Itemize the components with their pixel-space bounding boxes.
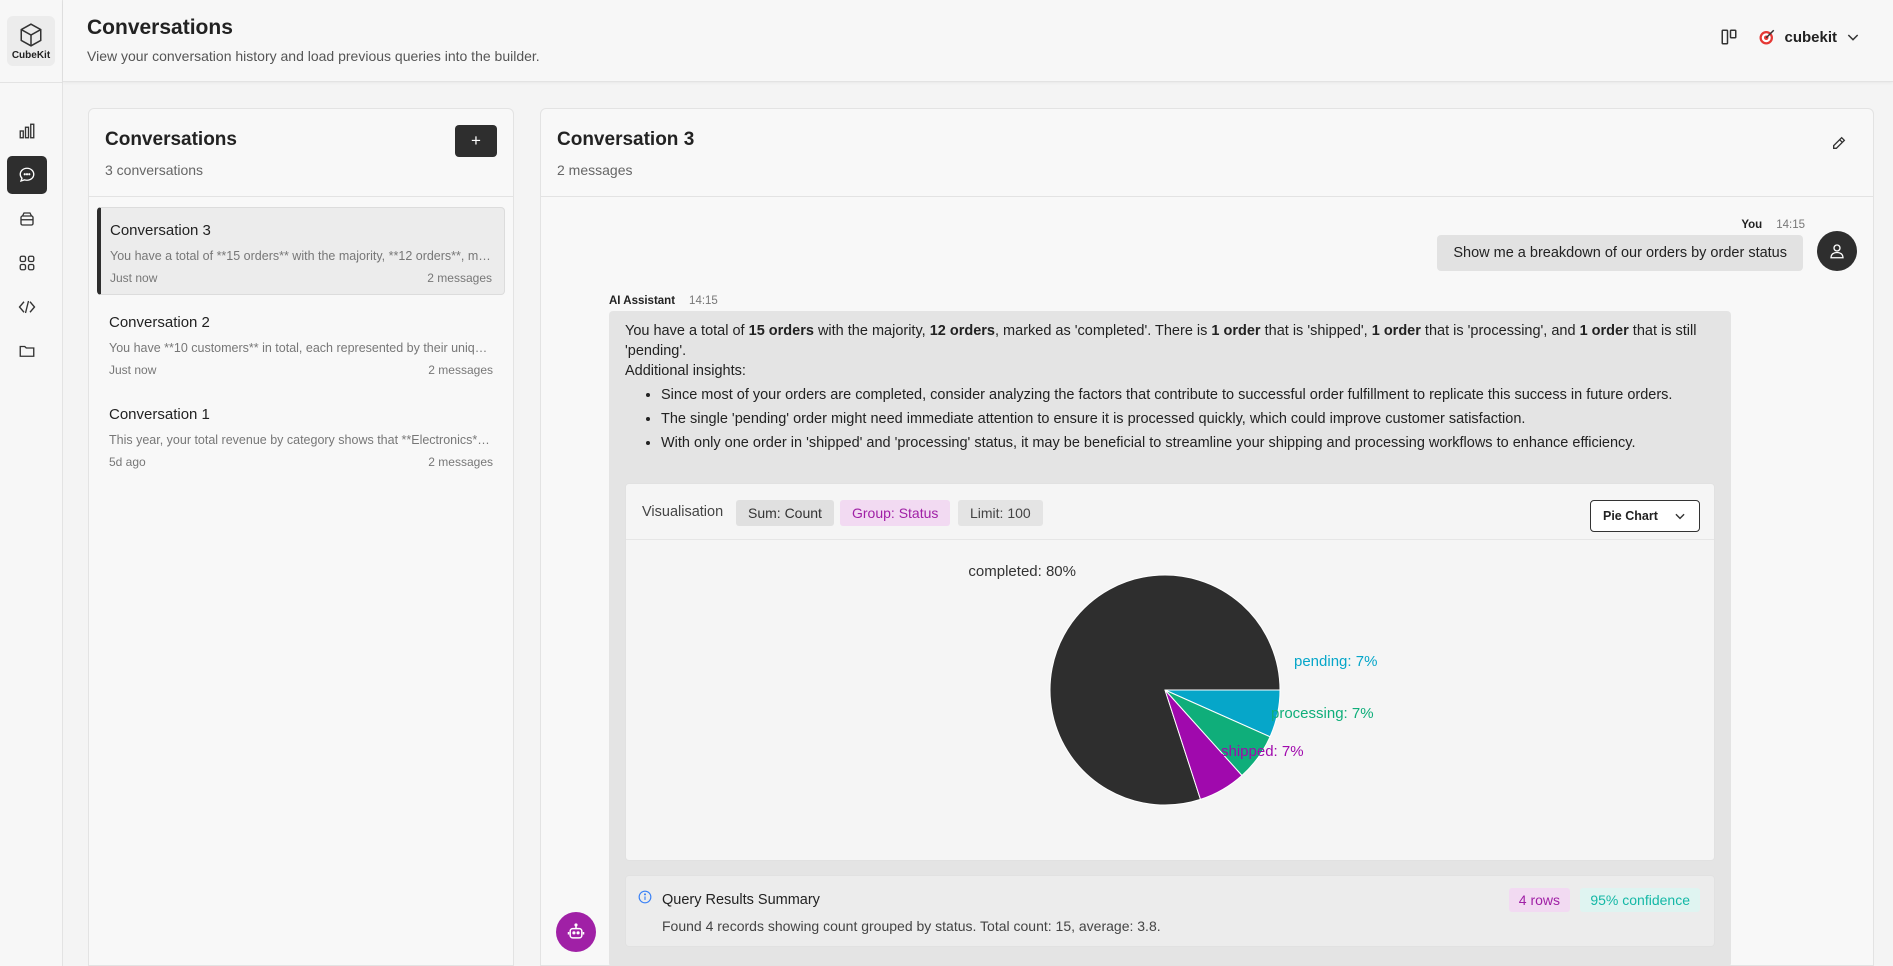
chart-type-value: Pie Chart — [1603, 509, 1658, 523]
conversation-item[interactable]: Conversation 1 This year, your total rev… — [97, 392, 505, 480]
database-icon — [20, 212, 34, 226]
message-author: AI Assistant — [609, 295, 676, 307]
conversation-time: 5d ago — [109, 455, 146, 469]
page-subtitle: View your conversation history and load … — [87, 48, 540, 64]
insight-item: With only one order in 'shipped' and 'pr… — [661, 433, 1715, 453]
layout-toggle-button[interactable] — [1720, 28, 1738, 46]
insight-item: The single 'pending' order might need im… — [661, 409, 1715, 429]
conversation-item[interactable]: Conversation 2 You have **10 customers**… — [97, 300, 505, 388]
chevron-down-icon — [1675, 513, 1685, 520]
conversation-name: Conversation 1 — [109, 406, 210, 423]
user-avatar — [1817, 231, 1857, 271]
conversation-preview: You have a total of **15 orders** with t… — [110, 249, 492, 263]
conversation-title: Conversation 3 — [557, 129, 695, 150]
ai-message-paragraph: You have a total of 15 orders with the m… — [625, 323, 1697, 359]
conversation-time: Just now — [109, 363, 157, 377]
conversation-message-count: 2 messages — [428, 455, 493, 469]
query-summary-card: Query Results Summary Found 4 records sh… — [625, 875, 1715, 947]
pie-slice-label-0: completed: 80% — [968, 563, 1076, 580]
group-chip[interactable]: Group: Status — [840, 500, 951, 526]
list-header: Conversations 3 conversations + — [89, 109, 513, 197]
chat-bubble-icon — [19, 167, 35, 183]
detail-header: Conversation 3 2 messages — [541, 109, 1873, 197]
nav-charts-button[interactable] — [7, 112, 47, 150]
robot-icon — [567, 923, 585, 939]
ai-message-meta: AI Assistant 14:15 — [609, 295, 718, 307]
user-menu[interactable]: cubekit — [1758, 28, 1861, 46]
insight-item: Since most of your orders are completed,… — [661, 385, 1715, 405]
list-title: Conversations — [105, 129, 237, 150]
sum-chip[interactable]: Sum: Count — [736, 500, 834, 526]
nav-conversations-button[interactable] — [7, 156, 47, 194]
summary-text: Found 4 records showing count grouped by… — [662, 918, 1161, 934]
conversation-preview: You have **10 customers** in total, each… — [109, 341, 493, 355]
info-icon — [638, 890, 652, 904]
conversation-detail-panel: Conversation 3 2 messages You 14:15 Show… — [540, 108, 1874, 966]
ai-assistant-button[interactable] — [556, 912, 596, 952]
left-nav-rail: CubeKit — [0, 0, 63, 966]
grid-icon — [19, 255, 35, 271]
target-avatar-icon — [1759, 29, 1775, 45]
conversation-count: 3 conversations — [105, 162, 204, 178]
visualisation-card: Visualisation Sum: Count Group: Status L… — [625, 483, 1715, 861]
message-time: 14:15 — [1776, 219, 1805, 231]
page-header: Conversations View your conversation his… — [63, 0, 1893, 82]
bar-chart-icon — [19, 123, 35, 139]
panel-layout-icon — [1721, 29, 1737, 45]
pencil-icon — [1833, 136, 1846, 149]
nav-data-button[interactable] — [7, 200, 47, 238]
chart-type-select[interactable]: Pie Chart — [1590, 500, 1700, 532]
insights-label: Additional insights: — [625, 363, 746, 379]
nav-dashboards-button[interactable] — [7, 244, 47, 282]
conversation-time: Just now — [110, 271, 158, 285]
insights-list: Since most of your orders are completed,… — [661, 385, 1715, 453]
ai-message-bubble: You have a total of 15 orders with the m… — [609, 311, 1731, 965]
user-icon — [1830, 244, 1844, 259]
edit-conversation-button[interactable] — [1825, 129, 1853, 157]
page-title: Conversations — [87, 16, 233, 39]
app-logo[interactable]: CubeKit — [7, 16, 55, 66]
pie-slice-label-1: pending: 7% — [1294, 653, 1377, 670]
conversations-list-panel: Conversations 3 conversations + Conversa… — [88, 108, 514, 966]
message-time: 14:15 — [689, 295, 718, 307]
code-icon — [18, 300, 36, 314]
visualisation-label: Visualisation — [642, 504, 724, 520]
logo-text: CubeKit — [11, 49, 51, 61]
summary-title: Query Results Summary — [662, 892, 820, 908]
confidence-badge: 95% confidence — [1580, 888, 1700, 912]
visualisation-toolbar: Visualisation Sum: Count Group: Status L… — [626, 484, 1714, 540]
message-author: You — [1741, 219, 1763, 231]
pie-chart: completed: 80% pending: 7% processing: 7% s… — [968, 563, 1377, 806]
user-message-bubble: Show me a breakdown of our orders by ord… — [1437, 235, 1803, 271]
conversation-name: Conversation 2 — [109, 314, 210, 331]
user-name: cubekit — [1784, 28, 1837, 46]
conversation-item[interactable]: Conversation 3 You have a total of **15 … — [97, 207, 505, 295]
new-conversation-button[interactable]: + — [455, 125, 497, 157]
cube-logo-icon — [20, 22, 42, 47]
conversation-message-count: 2 messages — [428, 363, 493, 377]
limit-chip[interactable]: Limit: 100 — [958, 500, 1043, 526]
nav-files-button[interactable] — [7, 332, 47, 370]
message-count: 2 messages — [557, 162, 633, 178]
folder-icon — [19, 345, 35, 357]
header-actions: cubekit — [1720, 28, 1861, 46]
rows-badge: 4 rows — [1508, 888, 1570, 912]
pie-slice-label-3: shipped: 7% — [1221, 743, 1304, 760]
nav-code-button[interactable] — [7, 288, 47, 326]
chevron-down-icon — [1847, 34, 1859, 41]
conversation-message-count: 2 messages — [427, 271, 492, 285]
conversation-name: Conversation 3 — [110, 222, 211, 239]
rail-divider — [0, 82, 63, 83]
pie-slice-label-2: processing: 7% — [1271, 705, 1374, 722]
conversation-preview: This year, your total revenue by categor… — [109, 433, 493, 447]
user-message-meta: You 14:15 — [1741, 219, 1805, 231]
